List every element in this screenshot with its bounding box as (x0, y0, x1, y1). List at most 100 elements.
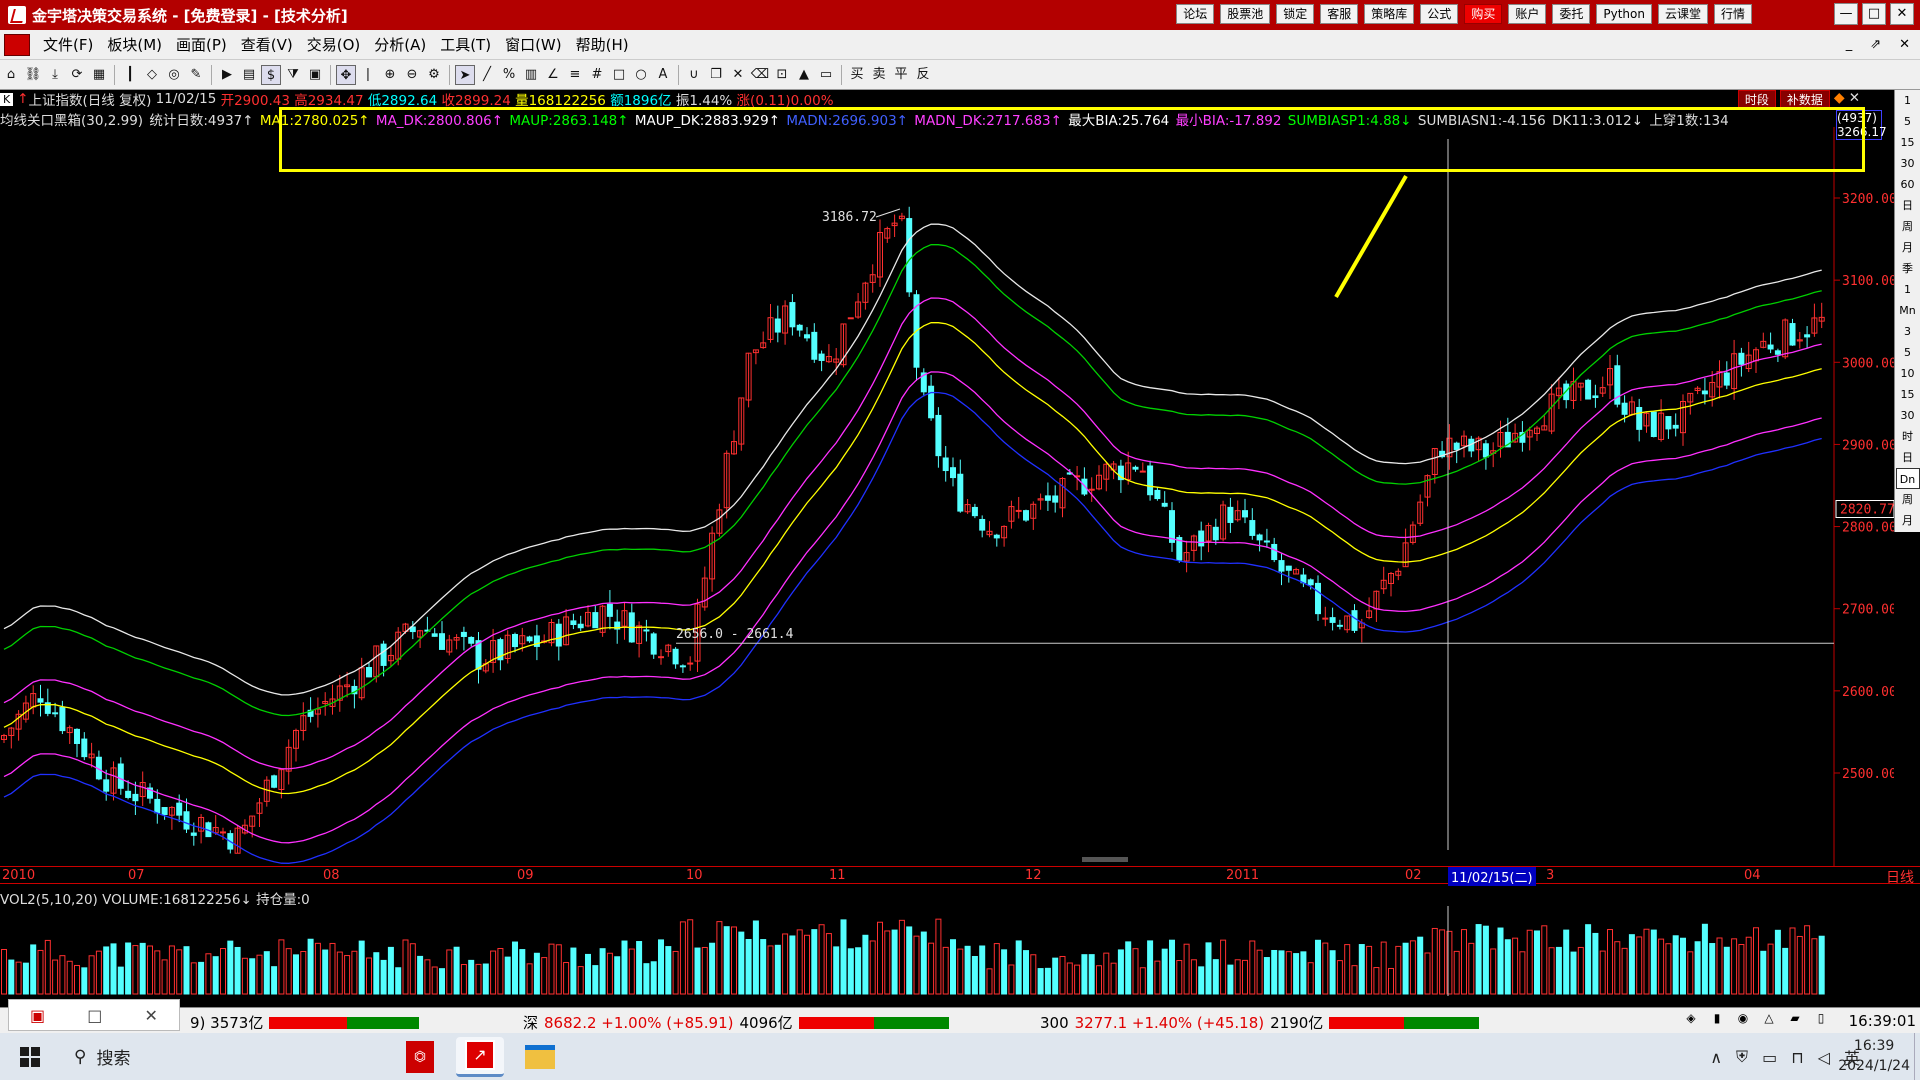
zoom-out-icon[interactable]: ⊖ (402, 65, 422, 85)
delete-x-icon[interactable]: ✕ (728, 65, 748, 85)
fill-data-button[interactable]: 补数据 (1779, 89, 1830, 109)
candlestick-icon[interactable]: ┃ (120, 65, 140, 85)
menu-trade[interactable]: 交易(O) (300, 34, 368, 55)
edit-icon[interactable]: ✎ (186, 65, 206, 85)
customer-service-button[interactable]: 客服 (1320, 4, 1359, 24)
menu-help[interactable]: 帮助(H) (569, 34, 636, 55)
period-button[interactable]: 周 (1896, 216, 1920, 237)
k-tag[interactable]: K (0, 92, 14, 106)
save-icon[interactable]: ▭ (816, 65, 836, 85)
home-icon[interactable]: ⌂ (1, 65, 21, 85)
shield-icon[interactable]: ⛨ (1736, 1047, 1748, 1067)
lock-button[interactable]: 锁定 (1276, 4, 1315, 24)
taskbar-pdf-app[interactable]: ⏣ (396, 1037, 444, 1077)
rectangle-icon[interactable]: □ (609, 65, 629, 85)
gear-icon[interactable]: ⚙ (424, 65, 444, 85)
minimize-button[interactable]: — (1834, 3, 1858, 25)
mdi-restore-button[interactable]: ⇗ (1870, 37, 1881, 52)
hs300-summary[interactable]: 300 3277.1 +1.40% (+45.18) 2190亿 (1040, 1012, 1480, 1033)
document-icon[interactable]: ▤ (239, 65, 259, 85)
battery-icon[interactable]: ▭ (1762, 1048, 1777, 1067)
calculator-icon[interactable]: ▣ (305, 65, 325, 85)
period-button[interactable]: 10 (1896, 363, 1920, 384)
close-button[interactable]: ✕ (1890, 3, 1914, 25)
period-button[interactable]: 周 (1896, 489, 1920, 510)
show-desktop-button[interactable] (1914, 1033, 1920, 1080)
taskbar-explorer-app[interactable] (516, 1037, 564, 1077)
mdi-minimize-button[interactable]: _ (1846, 37, 1853, 52)
folder-icon[interactable]: ▰ (1786, 1011, 1804, 1029)
period-button[interactable]: 1 (1896, 279, 1920, 300)
sh-index-summary[interactable]: 9) 3573亿 (190, 1012, 420, 1033)
angle-icon[interactable]: ∠ (543, 65, 563, 85)
volume-chart[interactable] (0, 900, 1894, 996)
taskbar-clock[interactable]: 16:39 2024/1/24 (1838, 1036, 1910, 1076)
menu-view[interactable]: 查看(V) (234, 34, 300, 55)
taskbar-jinyuta-app[interactable]: ↗ (456, 1036, 504, 1077)
period-button[interactable]: Mn (1896, 300, 1920, 321)
menu-sector[interactable]: 板块(M) (100, 34, 169, 55)
circle-icon[interactable]: ○ (631, 65, 651, 85)
period-button[interactable]: 60 (1896, 174, 1920, 195)
forum-button[interactable]: 论坛 (1176, 4, 1215, 24)
percent-icon[interactable]: % (499, 65, 519, 85)
mini-close-icon[interactable]: ✕ (145, 1006, 158, 1025)
text-icon[interactable]: A (653, 65, 673, 85)
pointer-icon[interactable]: ➤ (455, 64, 475, 85)
period-button[interactable]: 月 (1896, 510, 1920, 531)
stock-pool-button[interactable]: 股票池 (1220, 4, 1271, 24)
channel-icon[interactable]: ▥ (521, 65, 541, 85)
database-icon[interactable]: ▮ (1708, 1011, 1726, 1029)
refresh-icon[interactable]: ⟳ (67, 65, 87, 85)
bell-icon[interactable]: △ (1760, 1011, 1778, 1029)
period-button[interactable]: 30 (1896, 153, 1920, 174)
period-button[interactable]: 15 (1896, 384, 1920, 405)
menu-tools[interactable]: 工具(T) (433, 34, 498, 55)
pan-icon[interactable]: ❘ (358, 65, 378, 85)
entrust-button[interactable]: 委托 (1552, 4, 1591, 24)
magnet-icon[interactable]: ∪ (684, 65, 704, 85)
lock-icon[interactable]: ⊡ (772, 65, 792, 85)
line-draw-icon[interactable]: ╱ (477, 65, 497, 85)
period-button[interactable]: 1 (1896, 90, 1920, 111)
mini-restore-icon[interactable]: □ (87, 1006, 102, 1025)
period-button[interactable]: 30 (1896, 405, 1920, 426)
sell-icon[interactable]: 卖 (869, 65, 889, 85)
period-button[interactable]: 5 (1896, 342, 1920, 363)
minimized-window[interactable]: ▣ □ ✕ (8, 999, 180, 1031)
reverse-icon[interactable]: 反 (913, 65, 933, 85)
period-button[interactable]: 季 (1896, 258, 1920, 279)
period-tag-button[interactable]: 时段 (1737, 89, 1776, 109)
period-label[interactable]: 日线 (1886, 867, 1914, 887)
flat-icon[interactable]: 平 (891, 65, 911, 85)
tray-chevron-icon[interactable]: ∧ (1710, 1048, 1722, 1067)
grid-layout-icon[interactable]: ▦ (89, 65, 109, 85)
panel-close-icon[interactable]: ✕ (1849, 90, 1860, 109)
strategy-library-button[interactable]: 策略库 (1364, 4, 1415, 24)
network-icon[interactable]: ◈ (1682, 1011, 1700, 1029)
dollar-icon[interactable]: $ (261, 64, 281, 85)
link-icon[interactable]: ⛓ (23, 65, 43, 85)
period-button[interactable]: 年 (1896, 531, 1920, 552)
parallel-lines-icon[interactable]: ≡ (565, 65, 585, 85)
volume-icon[interactable]: ◁ (1818, 1048, 1830, 1067)
buy-icon[interactable]: 买 (847, 65, 867, 85)
move-icon[interactable]: ✥ (336, 64, 356, 85)
maximize-button[interactable]: □ (1862, 3, 1886, 25)
grid-icon[interactable]: # (587, 65, 607, 85)
candlestick-chart[interactable]: 3200.00 3100.00 3000.00 2900.00 2800.00 2700.… (0, 127, 1894, 866)
menu-analysis[interactable]: 分析(A) (367, 34, 433, 55)
menu-file[interactable]: 文件(F) (36, 34, 100, 55)
cloud-class-button[interactable]: 云课堂 (1657, 4, 1708, 24)
period-button[interactable]: Dn (1895, 468, 1920, 489)
period-button[interactable]: 月 (1896, 237, 1920, 258)
period-button[interactable]: 5 (1896, 111, 1920, 132)
start-button[interactable] (0, 1033, 60, 1080)
account-button[interactable]: 账户 (1508, 4, 1547, 24)
trash-icon[interactable]: ⌫ (750, 65, 770, 85)
period-button[interactable]: 日 (1896, 195, 1920, 216)
diamond-icon[interactable]: ◇ (142, 65, 162, 85)
sz-index-summary[interactable]: 深 8682.2 +1.00% (+85.91) 4096亿 (523, 1012, 949, 1033)
diamond-icon[interactable]: ◆ (1834, 90, 1845, 109)
clipboard-icon[interactable]: ▯ (1812, 1011, 1830, 1029)
